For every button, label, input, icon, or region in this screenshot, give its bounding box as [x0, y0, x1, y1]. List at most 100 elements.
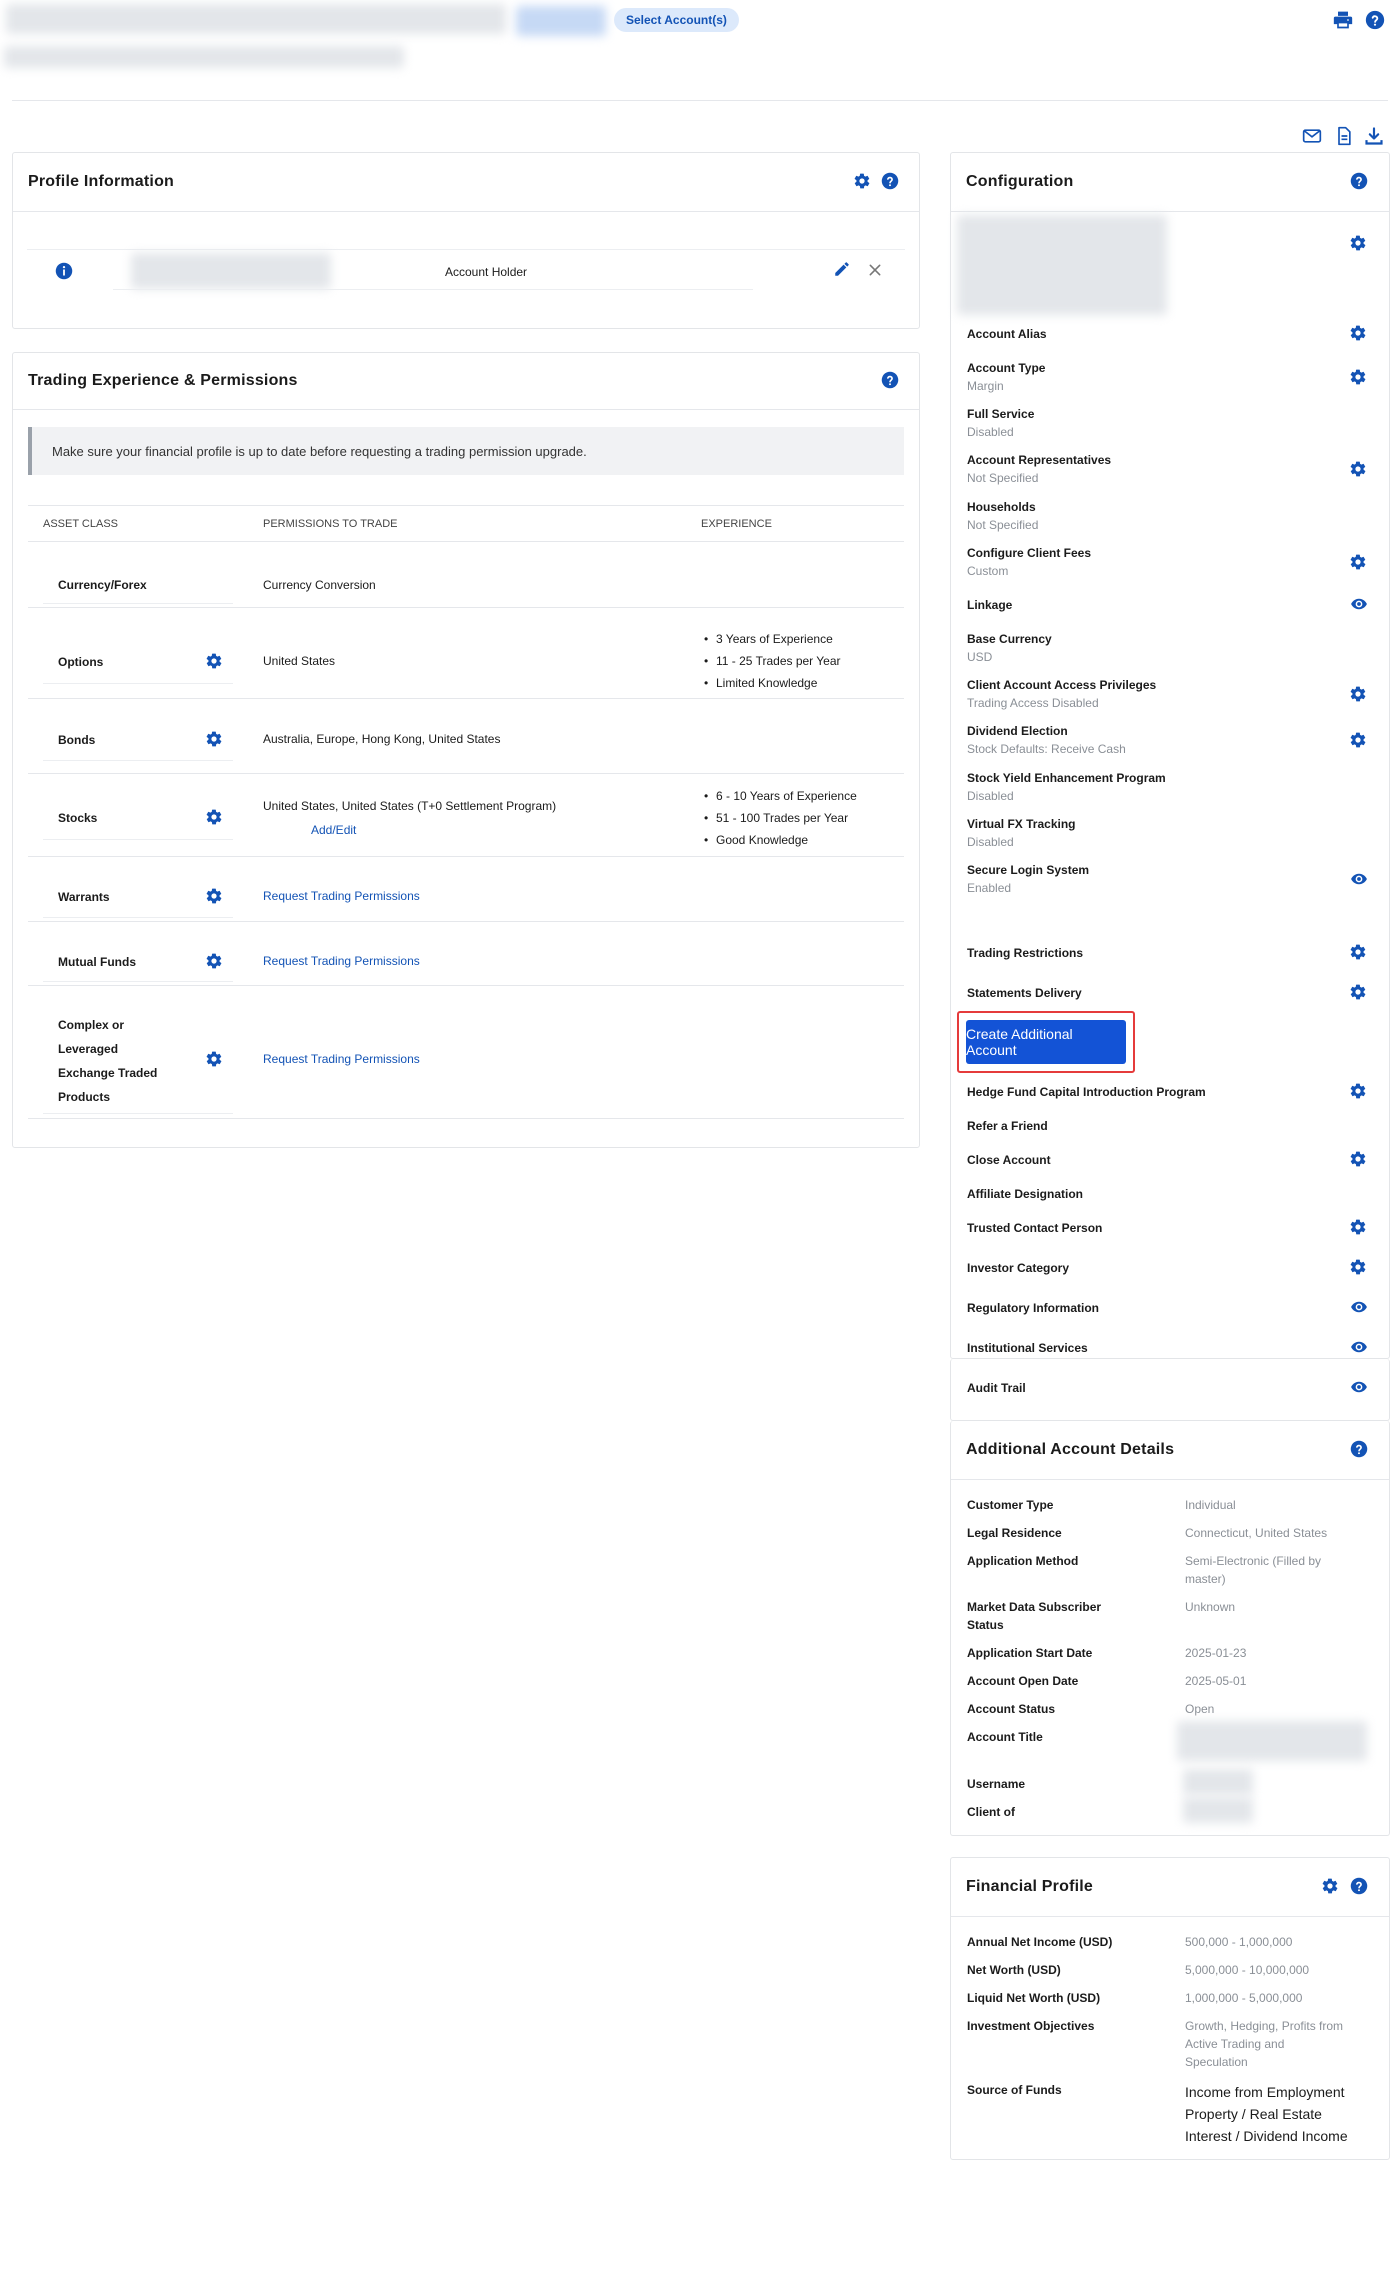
config-client-fees[interactable]: Configure Client Fees: [967, 546, 1091, 560]
config-account-type[interactable]: Account Type: [967, 361, 1045, 375]
config-institutional-services[interactable]: Institutional Services: [967, 1341, 1088, 1355]
experience-item: 51 - 100 Trades per Year: [704, 811, 848, 825]
breadcrumb-redacted: [4, 46, 404, 68]
config-refer-friend[interactable]: Refer a Friend: [967, 1119, 1048, 1133]
financial-value: Income from Employment Property / Real E…: [1185, 2084, 1348, 2144]
config-regulatory-information[interactable]: Regulatory Information: [967, 1301, 1099, 1315]
detail-label: Market Data Subscriber Status: [967, 1600, 1102, 1632]
detail-label: Account Status: [967, 1702, 1056, 1716]
document-icon[interactable]: [1334, 126, 1354, 146]
permission-currency: Currency Conversion: [263, 578, 376, 592]
config-trading-restrictions[interactable]: Trading Restrictions: [967, 946, 1083, 960]
gear-icon[interactable]: [205, 652, 223, 670]
config-dividend-election[interactable]: Dividend Election: [967, 724, 1068, 738]
gear-icon[interactable]: [1349, 1218, 1367, 1236]
help-icon[interactable]: [1350, 1877, 1368, 1895]
gear-icon[interactable]: [1349, 324, 1367, 342]
cell-divider: [43, 917, 233, 918]
request-permissions-warrants-link[interactable]: Request Trading Permissions: [263, 889, 420, 903]
gear-icon[interactable]: [1349, 685, 1367, 703]
config-statements-delivery[interactable]: Statements Delivery: [967, 986, 1082, 1000]
mail-icon[interactable]: [1302, 126, 1322, 146]
row-divider: [113, 289, 753, 290]
eye-icon[interactable]: [1349, 870, 1369, 888]
close-icon[interactable]: [867, 262, 883, 278]
asset-complex-etp: Complex or Leveraged Exchange Traded Pro…: [58, 1018, 158, 1104]
experience-item: Good Knowledge: [704, 833, 808, 847]
gear-icon[interactable]: [1349, 1150, 1367, 1168]
financial-value: 1,000,000 - 5,000,000: [1185, 1991, 1303, 2005]
gear-icon[interactable]: [1349, 1258, 1367, 1276]
config-close-account[interactable]: Close Account: [967, 1153, 1051, 1167]
gear-icon[interactable]: [1349, 731, 1367, 749]
config-stock-yield[interactable]: Stock Yield Enhancement Program: [967, 771, 1166, 785]
config-dividend-election-value: Stock Defaults: Receive Cash: [967, 742, 1126, 756]
config-full-service[interactable]: Full Service: [967, 407, 1034, 421]
printer-icon[interactable]: [1333, 10, 1353, 30]
gear-icon[interactable]: [1349, 983, 1367, 1001]
help-icon[interactable]: [1365, 10, 1385, 30]
holder-role: Account Holder: [445, 265, 528, 279]
eye-icon[interactable]: [1349, 595, 1369, 613]
config-households[interactable]: Households: [967, 500, 1036, 514]
gear-icon[interactable]: [1321, 1877, 1339, 1895]
gear-icon[interactable]: [1349, 460, 1367, 478]
add-edit-link[interactable]: Add/Edit: [311, 823, 356, 837]
row-divider: [28, 921, 904, 922]
eye-icon[interactable]: [1349, 1378, 1369, 1396]
help-icon[interactable]: [881, 371, 899, 389]
gear-icon[interactable]: [205, 730, 223, 748]
permission-stocks: United States, United States (T+0 Settle…: [263, 799, 557, 813]
config-base-currency[interactable]: Base Currency: [967, 632, 1052, 646]
row-divider: [28, 856, 904, 857]
pencil-icon[interactable]: [833, 260, 851, 278]
config-secure-login[interactable]: Secure Login System: [967, 863, 1089, 877]
gear-icon[interactable]: [205, 887, 223, 905]
config-hedge-fund[interactable]: Hedge Fund Capital Introduction Program: [967, 1085, 1206, 1099]
gear-icon[interactable]: [205, 1050, 223, 1068]
eye-icon[interactable]: [1349, 1338, 1369, 1356]
detail-value: Individual: [1185, 1498, 1236, 1512]
create-additional-account-button[interactable]: Create Additional Account: [966, 1020, 1126, 1064]
config-investor-category[interactable]: Investor Category: [967, 1261, 1069, 1275]
gear-icon[interactable]: [205, 808, 223, 826]
configuration-card: Configuration Account Alias Account Type…: [950, 152, 1390, 1359]
detail-label: Legal Residence: [967, 1526, 1062, 1540]
gear-icon[interactable]: [1349, 943, 1367, 961]
help-icon[interactable]: [1350, 172, 1368, 190]
config-full-service-value: Disabled: [967, 425, 1014, 439]
config-audit-trail[interactable]: Audit Trail: [967, 1381, 1026, 1395]
config-account-alias[interactable]: Account Alias: [967, 327, 1047, 341]
help-icon[interactable]: [1350, 1440, 1368, 1458]
request-permissions-mutual-funds-link[interactable]: Request Trading Permissions: [263, 954, 420, 968]
gear-icon[interactable]: [205, 952, 223, 970]
financial-label: Investment Objectives: [967, 2019, 1095, 2033]
download-icon[interactable]: [1364, 126, 1384, 146]
gear-icon[interactable]: [1349, 1082, 1367, 1100]
info-icon: [55, 262, 73, 280]
asset-bonds: Bonds: [58, 733, 96, 747]
select-accounts-button[interactable]: Select Account(s): [614, 8, 739, 32]
config-affiliate-designation[interactable]: Affiliate Designation: [967, 1187, 1083, 1201]
config-linkage[interactable]: Linkage: [967, 598, 1012, 612]
experience-item: Limited Knowledge: [704, 676, 817, 690]
config-access-privileges[interactable]: Client Account Access Privileges: [967, 678, 1156, 692]
card-divider: [13, 211, 919, 212]
card-divider: [951, 1479, 1389, 1480]
account-button-redacted[interactable]: [516, 6, 606, 36]
trading-permissions-title: Trading Experience & Permissions: [28, 372, 298, 389]
config-virtual-fx[interactable]: Virtual FX Tracking: [967, 817, 1075, 831]
gear-icon[interactable]: [853, 172, 871, 190]
gear-icon[interactable]: [1349, 553, 1367, 571]
config-account-representatives[interactable]: Account Representatives: [967, 453, 1111, 467]
gear-icon[interactable]: [1349, 368, 1367, 386]
card-divider: [951, 1916, 1389, 1917]
gear-icon[interactable]: [1349, 234, 1367, 252]
detail-value: Open: [1185, 1702, 1215, 1716]
header-divider: [12, 100, 1388, 101]
request-permissions-complex-etp-link[interactable]: Request Trading Permissions: [263, 1052, 420, 1066]
row-divider: [28, 698, 904, 699]
eye-icon[interactable]: [1349, 1298, 1369, 1316]
help-icon[interactable]: [881, 172, 899, 190]
config-trusted-contact[interactable]: Trusted Contact Person: [967, 1221, 1102, 1235]
